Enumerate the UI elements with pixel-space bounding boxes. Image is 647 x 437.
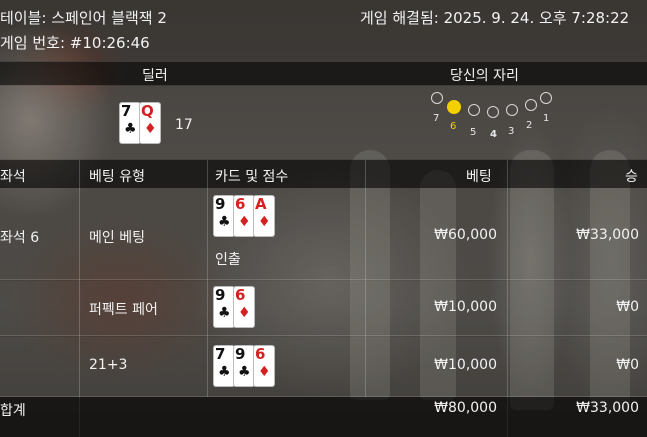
card-suit-icon: ♦ [144,121,157,137]
seat-marker [468,104,480,116]
card-rank: 6 [255,345,266,363]
total-win: ₩33,000 [576,400,639,416]
your-seat-label: 당신의 자리 [450,68,519,84]
bet-amount: ₩60,000 [434,227,497,243]
card-suit-icon: ♣ [218,364,231,380]
col-header-bet-type: 베팅 유형 [89,169,145,185]
hand-cards: 7 ♣ 9 ♣ 6 ♦ [214,346,314,388]
playing-card: 6 ♦ [234,196,254,236]
card-rank: 7 [121,102,132,120]
seat-marker [540,92,552,104]
card-suit-icon: ♣ [238,364,251,380]
card-suit-icon: ♦ [258,214,271,230]
card-suit-icon: ♣ [218,214,231,230]
hand-result: 인출 [215,252,241,268]
win-amount: ₩0 [616,357,639,373]
seat-number: 2 [526,120,533,131]
seat-number: 5 [470,127,477,138]
playing-card: A ♦ [254,196,274,236]
col-header-cards: 카드 및 점수 [215,169,289,185]
seat-cell: 좌석 6 [0,230,40,246]
playing-card: 9 ♣ [214,196,234,236]
card-rank: 7 [215,345,226,363]
playing-card: 9 ♣ [214,287,234,327]
dealer-score: 17 [175,117,193,133]
card-rank: 9 [215,286,226,304]
playing-card: 9 ♣ [234,346,254,386]
card-rank: 9 [215,195,226,213]
bet-type-cell: 퍼펙트 페어 [89,302,158,318]
total-bet: ₩80,000 [434,400,497,416]
seat-number: 7 [433,113,440,124]
seat-marker [487,106,499,118]
dealer-cards: 7 ♣ Q ♦ [120,103,180,145]
seat-marker [525,99,537,111]
playing-card: 7 ♣ [120,103,140,143]
playing-card: 6 ♦ [254,346,274,386]
col-header-win: 승 [625,169,638,185]
seat-marker [431,92,443,104]
seat-number: 3 [508,126,515,137]
total-label: 합계 [0,403,26,419]
seat-number: 4 [490,129,497,140]
table-row: 좌석 6 메인 베팅 9 ♣ 6 ♦ A ♦ 인출 ₩60,000 ₩33,000 [0,188,647,280]
bet-amount: ₩10,000 [434,299,497,315]
header-row-1: 테이블: 스페인어 블랙잭 2 게임 해결됨: 2025. 9. 24. 오후 … [0,7,647,27]
total-row: 합계 ₩80,000 ₩33,000 [0,397,647,437]
card-suit-icon: ♦ [258,364,271,380]
table-row: 퍼펙트 페어 9 ♣ 6 ♦ ₩10,000 ₩0 [0,281,647,336]
seat-number: 6 [450,121,457,132]
card-suit-icon: ♦ [238,214,251,230]
card-suit-icon: ♣ [218,305,231,321]
card-rank: 6 [235,195,246,213]
table-name: 테이블: 스페인어 블랙잭 2 [0,9,167,27]
card-rank: Q [141,102,154,120]
resolved-time: 게임 해결됨: 2025. 9. 24. 오후 7:28:22 [360,9,630,27]
seat-number: 1 [543,113,550,124]
card-rank: A [255,195,267,213]
bet-type-cell: 21+3 [89,357,128,373]
card-rank: 9 [235,345,246,363]
playing-card: 6 ♦ [234,287,254,327]
playing-card: Q ♦ [140,103,160,143]
seat-map: 1234 5 67 [425,92,560,152]
dealer-header-bar: 딜러 당신의 자리 [0,61,647,85]
game-number: 게임 번호: #10:26:46 [0,34,150,52]
win-amount: ₩33,000 [576,227,639,243]
card-suit-icon: ♣ [124,121,137,137]
hand-cards: 9 ♣ 6 ♦ A ♦ [214,196,314,238]
card-suit-icon: ♦ [238,305,251,321]
bet-amount: ₩10,000 [434,357,497,373]
dealer-row: 7 ♣ Q ♦ 17 1234567 [0,86,647,159]
bet-type-cell: 메인 베팅 [89,230,145,246]
dealer-label: 딜러 [142,68,168,84]
playing-card: 7 ♣ [214,346,234,386]
col-header-bet: 베팅 [466,169,492,185]
seat-marker [506,104,518,116]
win-amount: ₩0 [616,299,639,315]
my-seat-marker [447,100,461,114]
col-header-seat: 좌석 [0,169,26,185]
table-row: 21+3 7 ♣ 9 ♣ 6 ♦ ₩10,000 ₩0 [0,337,647,397]
hand-cards: 9 ♣ 6 ♦ [214,287,314,329]
header-row-2: 게임 번호: #10:26:46 [0,32,647,52]
card-rank: 6 [235,286,246,304]
